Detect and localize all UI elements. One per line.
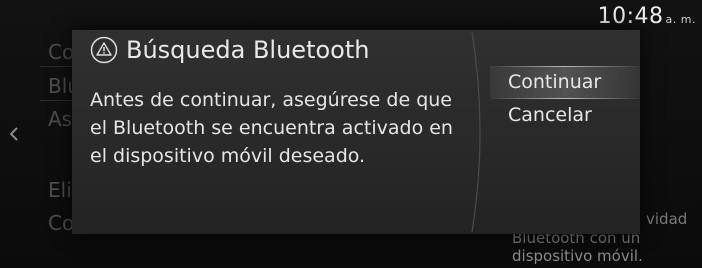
background-item: Eli — [48, 178, 72, 202]
dialog-divider — [471, 31, 481, 233]
bluetooth-search-dialog: Búsqueda Bluetooth Antes de continuar, a… — [72, 30, 640, 234]
dialog-options: Continuar Cancelar — [490, 66, 640, 132]
background-item: Co — [48, 211, 75, 235]
status-clock: 10:48 a. m. — [598, 4, 696, 29]
background-item: As — [48, 107, 73, 131]
background-side-text: dispositivo móvil. — [512, 247, 643, 265]
dialog-message: Antes de continuar, asegúrese de que el … — [90, 89, 453, 167]
infotainment-screen: Co Blu As Eli Co vidad Bluetooth con un … — [0, 0, 702, 268]
clock-time: 10:48 — [597, 4, 664, 29]
background-side-text: vidad — [646, 210, 688, 228]
chevron-left-icon-svg — [9, 127, 18, 141]
dialog-header: Búsqueda Bluetooth — [90, 30, 369, 70]
warning-triangle-icon — [90, 36, 118, 64]
background-item: Co — [48, 40, 75, 64]
dialog-title: Búsqueda Bluetooth — [126, 36, 370, 64]
clock-ampm: a. m. — [665, 13, 696, 26]
continue-button[interactable]: Continuar — [490, 66, 640, 99]
chevron-left-icon[interactable] — [9, 126, 23, 144]
cancel-button[interactable]: Cancelar — [490, 99, 640, 132]
